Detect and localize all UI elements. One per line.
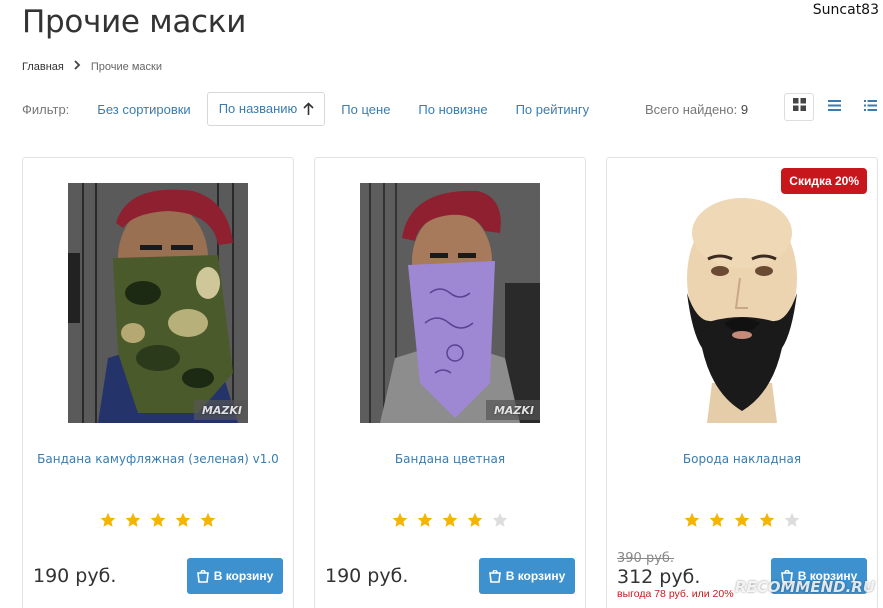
add-to-cart-button[interactable]: В корзину xyxy=(187,558,283,594)
product-image-color-bandana[interactable]: MAZKI xyxy=(360,183,540,423)
star-filled-icon xyxy=(734,512,750,528)
star-filled-icon xyxy=(200,512,216,528)
image-caption: MAZKI xyxy=(493,404,534,417)
grid-view-button[interactable] xyxy=(784,93,814,121)
add-to-cart-button[interactable]: В корзину xyxy=(479,558,575,594)
star-empty-icon xyxy=(784,512,800,528)
star-filled-icon xyxy=(467,512,483,528)
sort-by-name-label: По названию xyxy=(218,101,298,116)
breadcrumb-home-link[interactable]: Главная xyxy=(22,61,64,73)
star-filled-icon xyxy=(392,512,408,528)
product-name-link[interactable]: Борода накладная xyxy=(607,452,877,466)
star-filled-icon xyxy=(759,512,775,528)
found-count: Всего найдено: 9 xyxy=(645,102,748,117)
sort-by-newest[interactable]: По новизне xyxy=(406,92,499,126)
breadcrumb-current: Прочие маски xyxy=(90,60,162,73)
username[interactable]: Suncat83 xyxy=(813,2,879,18)
grid-view-icon xyxy=(792,98,806,116)
chevron-right-icon xyxy=(74,60,81,73)
breadcrumb: Главная Прочие маски xyxy=(22,60,162,73)
product-card: MAZKI Бандана цветная 190 руб. В корзину xyxy=(314,157,586,608)
product-card: Скидка 20% Борода накладная 390 руб. 312… xyxy=(606,157,878,608)
product-price: 190 руб. xyxy=(33,565,117,587)
found-label: Всего найдено: xyxy=(645,102,738,117)
sort-by-price[interactable]: По цене xyxy=(329,92,402,126)
found-number: 9 xyxy=(740,102,749,117)
star-filled-icon xyxy=(100,512,116,528)
cart-icon xyxy=(196,569,209,583)
star-filled-icon xyxy=(684,512,700,528)
image-caption: MAZKI xyxy=(201,404,242,417)
discount-badge: Скидка 20% xyxy=(781,168,867,194)
add-to-cart-label: В корзину xyxy=(505,569,566,583)
sort-by-rating[interactable]: По рейтингу xyxy=(504,92,602,126)
saving-text: выгода 78 руб. или 20% xyxy=(617,588,734,600)
filter-bar: Фильтр: Без сортировки По названию По це… xyxy=(22,92,877,126)
sort-none[interactable]: Без сортировки xyxy=(85,92,202,126)
star-empty-icon xyxy=(492,512,508,528)
star-filled-icon xyxy=(709,512,725,528)
product-image-fake-beard[interactable] xyxy=(652,183,832,423)
site-watermark: RECOMMEND.RU xyxy=(734,578,875,596)
detail-list-view-icon xyxy=(863,98,877,116)
product-name-link[interactable]: Бандана цветная xyxy=(315,452,585,466)
old-price: 390 руб. xyxy=(617,551,675,566)
star-filled-icon xyxy=(442,512,458,528)
product-rating xyxy=(23,512,293,533)
sort-by-name[interactable]: По названию xyxy=(206,92,326,126)
detail-list-view-button[interactable] xyxy=(855,93,883,121)
filter-label: Фильтр: xyxy=(22,101,70,117)
star-filled-icon xyxy=(175,512,191,528)
star-filled-icon xyxy=(150,512,166,528)
add-to-cart-label: В корзину xyxy=(213,569,274,583)
arrow-up-icon xyxy=(303,102,314,116)
product-name-link[interactable]: Бандана камуфляжная (зеленая) v1.0 xyxy=(23,452,293,466)
page-title: Прочие маски xyxy=(22,4,247,40)
cart-icon xyxy=(488,569,501,583)
product-image-camo-bandana[interactable]: MAZKI xyxy=(68,183,248,423)
star-filled-icon xyxy=(417,512,433,528)
star-filled-icon xyxy=(125,512,141,528)
product-rating xyxy=(315,512,585,533)
list-view-button[interactable] xyxy=(819,93,849,121)
product-price: 312 руб. xyxy=(617,566,701,588)
list-view-icon xyxy=(827,98,841,116)
product-card: MAZKI Бандана камуфляжная (зеленая) v1.0… xyxy=(22,157,294,608)
product-price: 190 руб. xyxy=(325,565,409,587)
product-rating xyxy=(607,512,877,533)
